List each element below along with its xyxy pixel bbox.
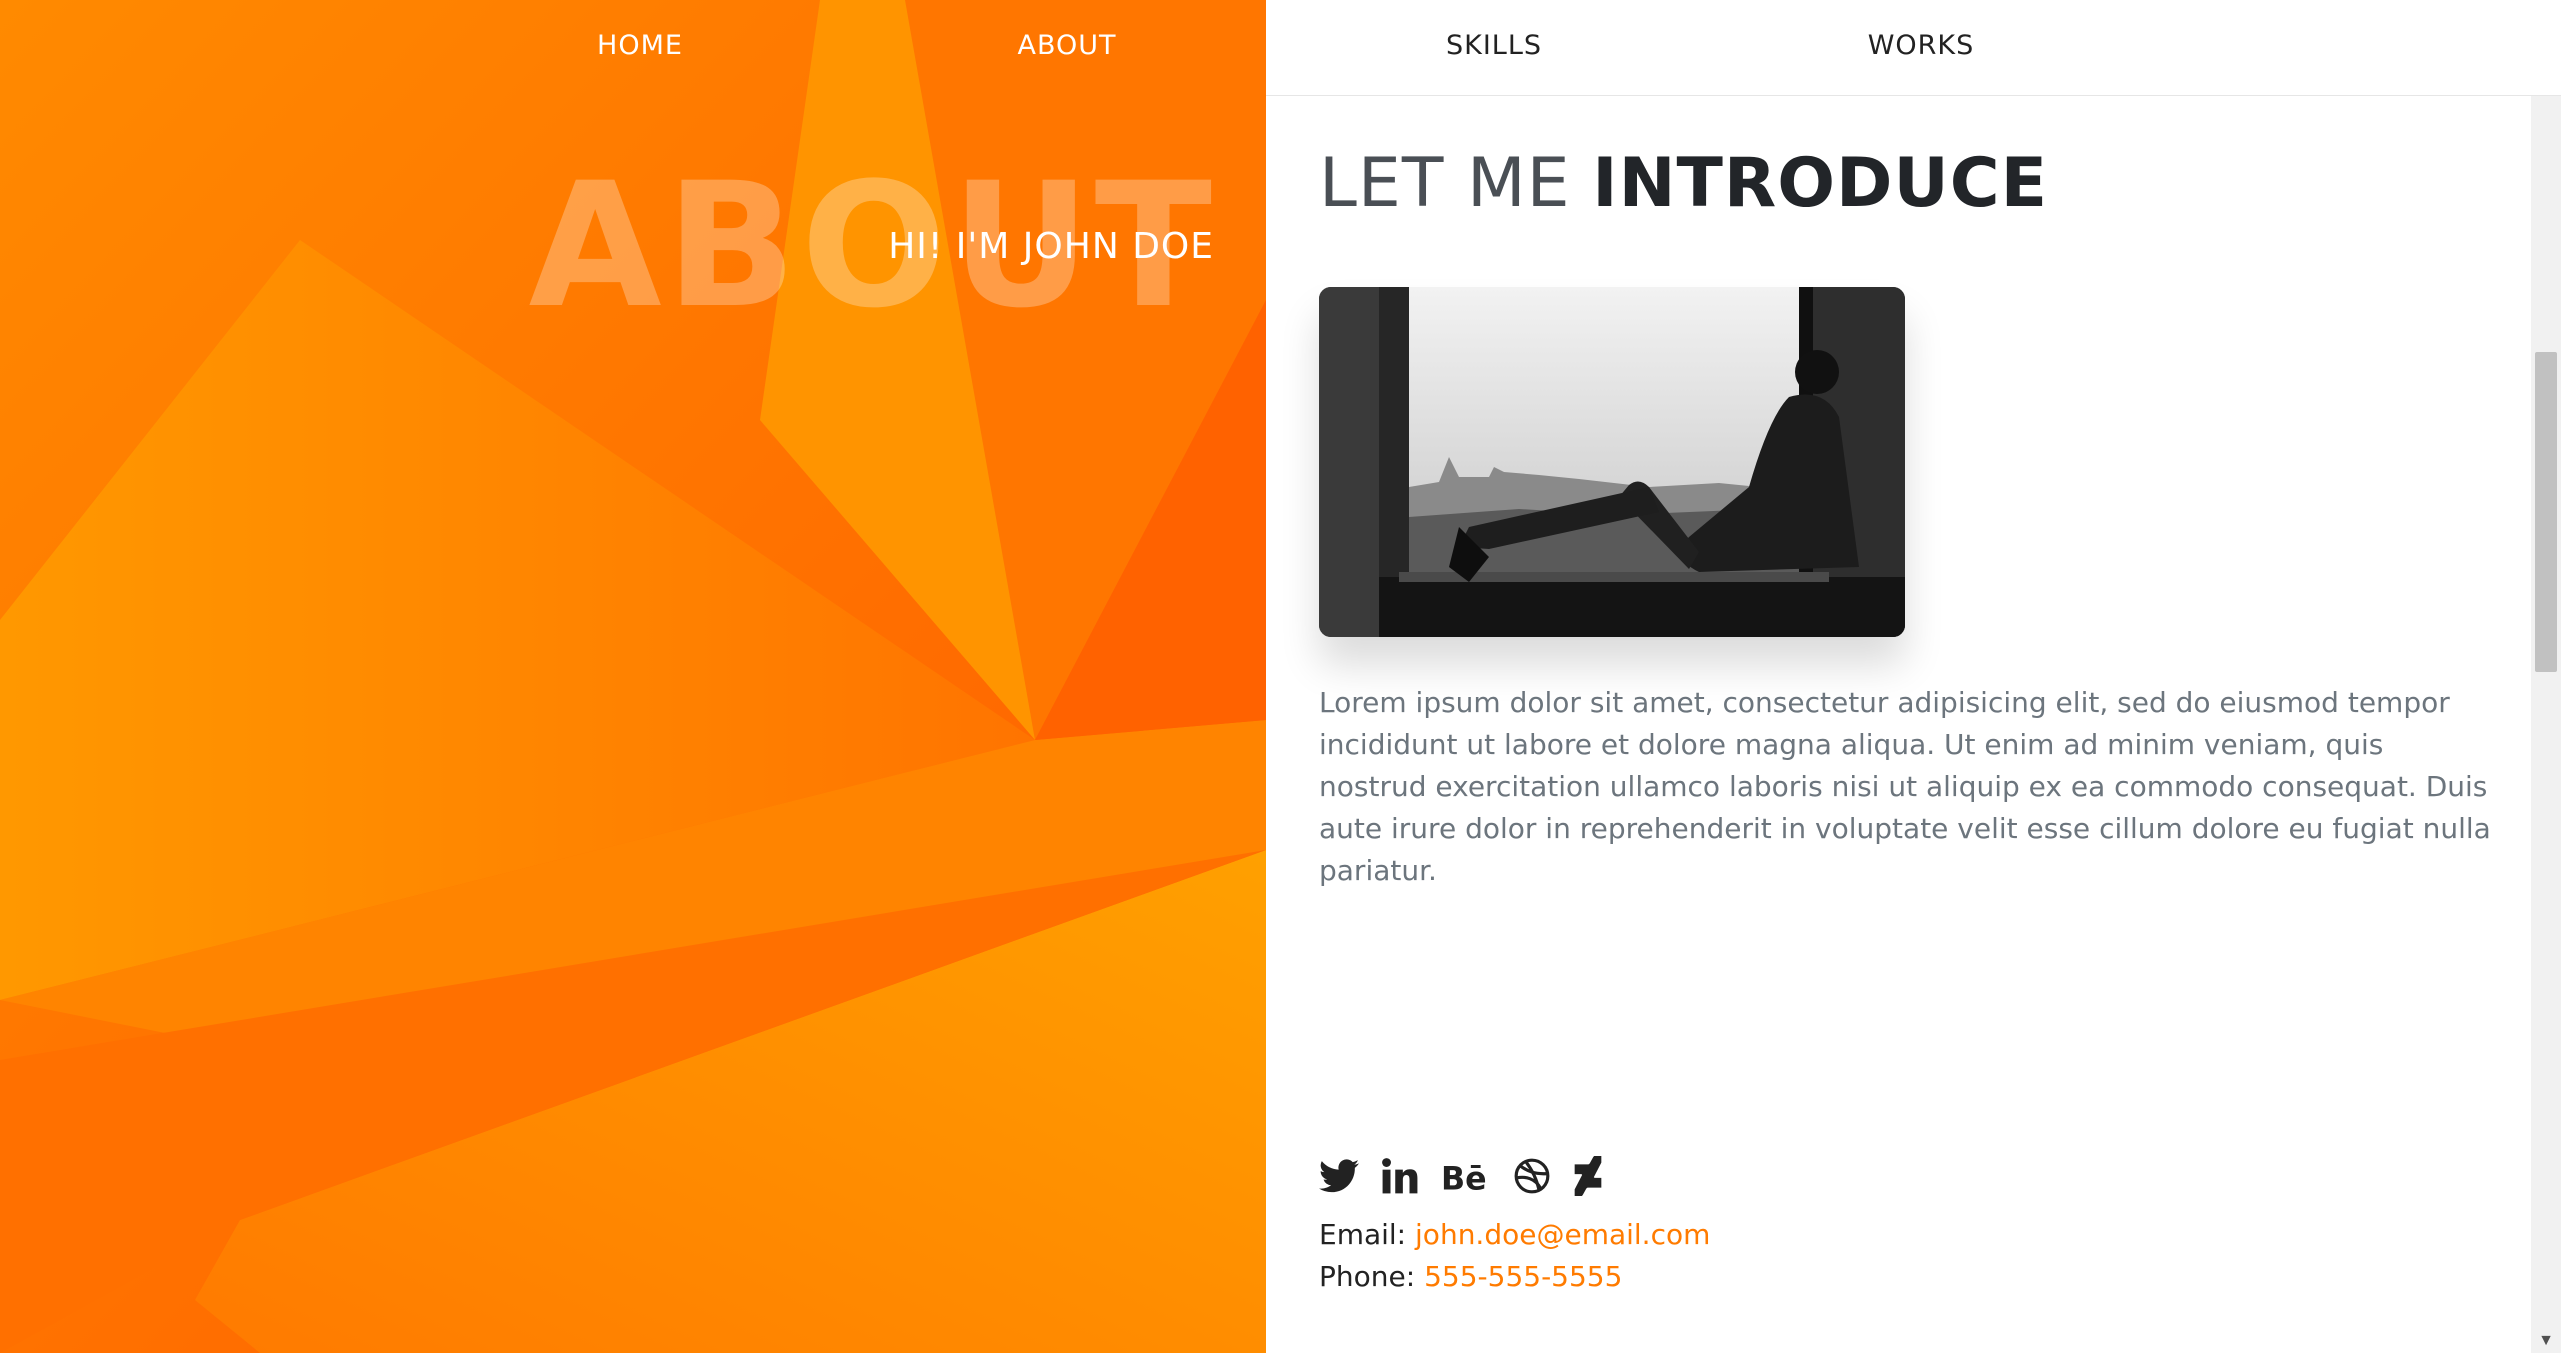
deviantart-icon[interactable]: [1573, 1155, 1603, 1201]
email-link[interactable]: john.doe@email.com: [1415, 1218, 1710, 1251]
scrollbar[interactable]: ▼: [2531, 96, 2561, 1353]
scrollbar-thumb[interactable]: [2535, 352, 2557, 672]
email-row: Email: john.doe@email.com: [1319, 1214, 1710, 1256]
nav-skills[interactable]: SKILLS: [1344, 30, 1644, 61]
nav-home[interactable]: HOME: [490, 30, 790, 61]
nav-works[interactable]: WORKS: [1771, 30, 2071, 61]
profile-photo: [1319, 287, 1905, 637]
svg-text:Bē: Bē: [1441, 1161, 1487, 1193]
hero-panel: ABOUT HI! I'M JOHN DOE: [0, 0, 1266, 1353]
about-content: LET ME INTRODUCE Lorem ipsum dolor sit a…: [1266, 96, 2531, 1353]
dribbble-icon[interactable]: [1513, 1157, 1551, 1200]
hero-subtitle: HI! I'M JOHN DOE: [888, 226, 1214, 267]
twitter-icon[interactable]: [1319, 1158, 1359, 1198]
profile-photo-image: [1319, 287, 1905, 637]
nav-about[interactable]: ABOUT: [917, 30, 1217, 61]
linkedin-icon[interactable]: [1381, 1157, 1419, 1200]
behance-icon[interactable]: Bē: [1441, 1159, 1491, 1198]
heading-bold: INTRODUCE: [1592, 144, 2049, 223]
phone-row: Phone: 555-555-5555: [1319, 1256, 1710, 1298]
heading-light: LET ME: [1319, 144, 1571, 223]
phone-label: Phone:: [1319, 1260, 1416, 1293]
top-nav: HOME ABOUT SKILLS WORKS: [0, 0, 2561, 96]
email-label: Email:: [1319, 1218, 1407, 1251]
contact-info: Email: john.doe@email.com Phone: 555-555…: [1319, 1214, 1710, 1298]
social-links: Bē: [1319, 1154, 1603, 1202]
phone-link[interactable]: 555-555-5555: [1424, 1260, 1622, 1293]
scroll-down-arrow-icon[interactable]: ▼: [2531, 1333, 2561, 1349]
section-heading: LET ME INTRODUCE: [1319, 150, 2048, 218]
bio-text: Lorem ipsum dolor sit amet, consectetur …: [1319, 686, 2491, 887]
